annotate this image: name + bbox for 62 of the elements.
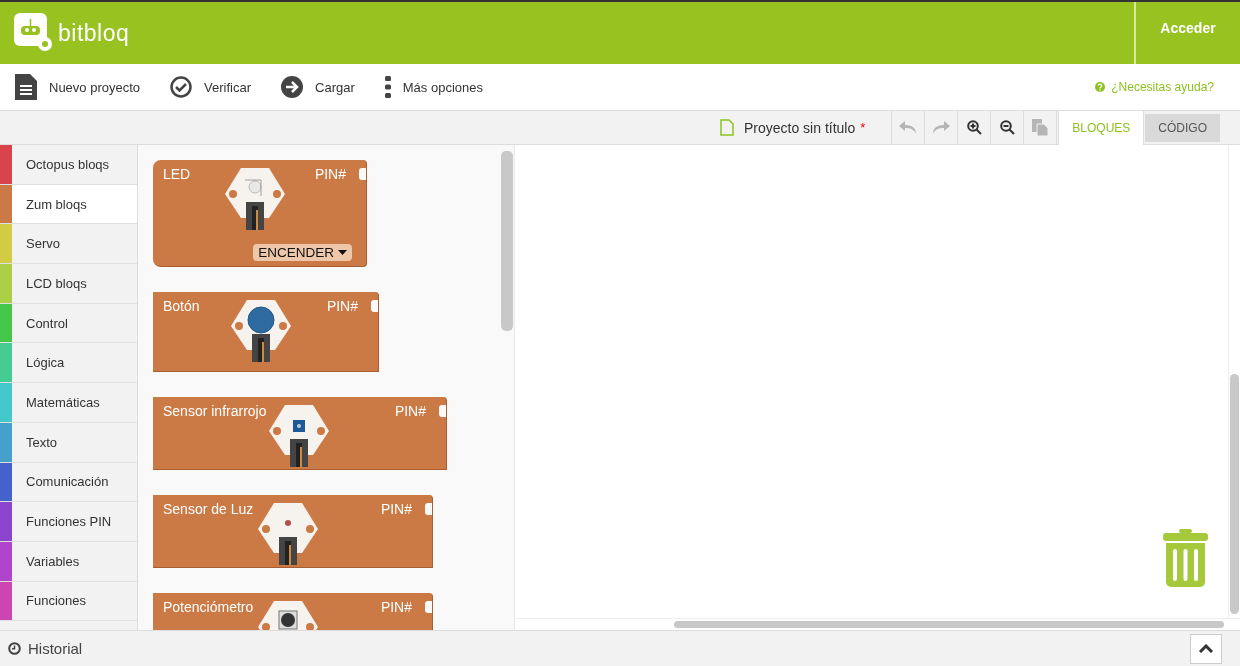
undo-icon <box>899 120 918 135</box>
zoom-out-icon <box>999 120 1015 135</box>
category-item[interactable]: Matemáticas <box>0 383 137 423</box>
paste-icon <box>1032 119 1049 136</box>
block-name: Sensor de Luz <box>163 501 255 517</box>
sensor-module-drawing <box>255 501 320 565</box>
connector-notch <box>439 405 446 417</box>
block-name: Potenciómetro <box>163 599 255 615</box>
connector-notch <box>425 503 432 515</box>
option-dropdown[interactable]: ENCENDER <box>253 244 352 261</box>
connector-notch <box>359 168 366 180</box>
scrollbar-thumb[interactable] <box>674 621 1224 628</box>
category-item[interactable]: Control <box>0 303 137 344</box>
document-outline-icon <box>719 119 734 136</box>
view-tab[interactable]: CÓDIGO <box>1145 114 1220 142</box>
sensor-module-drawing <box>266 403 331 467</box>
document-icon <box>15 74 37 100</box>
block-name: LED <box>163 166 192 182</box>
category-item[interactable]: Texto <box>0 422 137 463</box>
category-item[interactable]: Variables <box>0 541 137 582</box>
category-item[interactable]: Servo <box>0 224 137 265</box>
category-item[interactable]: Octopus bloqs <box>0 145 137 185</box>
scrollbar-thumb[interactable] <box>1230 374 1239 614</box>
sensor-module-drawing <box>228 298 293 362</box>
connector-notch <box>425 601 432 613</box>
category-item[interactable]: Comunicación <box>0 462 137 503</box>
help-icon <box>1095 82 1106 92</box>
connector-notch <box>371 300 378 312</box>
vertical-dots-icon <box>384 76 391 98</box>
pin-label: PIN# <box>379 599 413 615</box>
code-block[interactable]: LED PIN# ENCENDER <box>153 160 367 267</box>
pin-label: PIN# <box>325 298 359 314</box>
chevron-up-icon <box>1199 644 1213 653</box>
robot-logo-icon <box>14 13 54 53</box>
block-name: Botón <box>163 298 201 314</box>
category-item[interactable]: LCD bloqs <box>0 264 137 304</box>
expand-button[interactable] <box>1190 633 1222 664</box>
pin-label: PIN# <box>393 403 427 419</box>
block-name: Sensor infrarrojo <box>163 403 267 419</box>
toolbar-button[interactable]: Cargar <box>281 76 355 98</box>
category-item[interactable]: Zum bloqs <box>0 184 137 225</box>
history-label[interactable]: Historial <box>28 640 83 657</box>
redo-icon <box>932 120 951 135</box>
scrollbar-thumb[interactable] <box>501 151 513 331</box>
toolbar-button[interactable]: Verificar <box>170 76 252 98</box>
category-item[interactable]: Lógica <box>0 343 137 384</box>
sensor-module-drawing <box>222 166 287 230</box>
toolbar-button[interactable]: Más opciones <box>384 76 483 98</box>
trash-icon[interactable] <box>1163 529 1208 588</box>
pin-label: PIN# <box>379 501 413 517</box>
category-item[interactable]: Funciones PIN <box>0 502 137 542</box>
zoom-in-icon <box>966 120 982 135</box>
pin-label: PIN# <box>313 166 347 182</box>
unsaved-mark: * <box>860 120 866 135</box>
logo-text: bitbloq <box>58 19 130 47</box>
project-title[interactable]: Proyecto sin título <box>743 119 856 136</box>
check-circle-icon <box>170 76 193 98</box>
caret-icon <box>338 250 347 255</box>
clock-icon <box>8 642 21 655</box>
category-item[interactable]: Funciones <box>0 581 137 622</box>
toolbar-button[interactable]: Nuevo proyecto <box>15 74 141 100</box>
arrow-circle-icon <box>281 76 304 98</box>
